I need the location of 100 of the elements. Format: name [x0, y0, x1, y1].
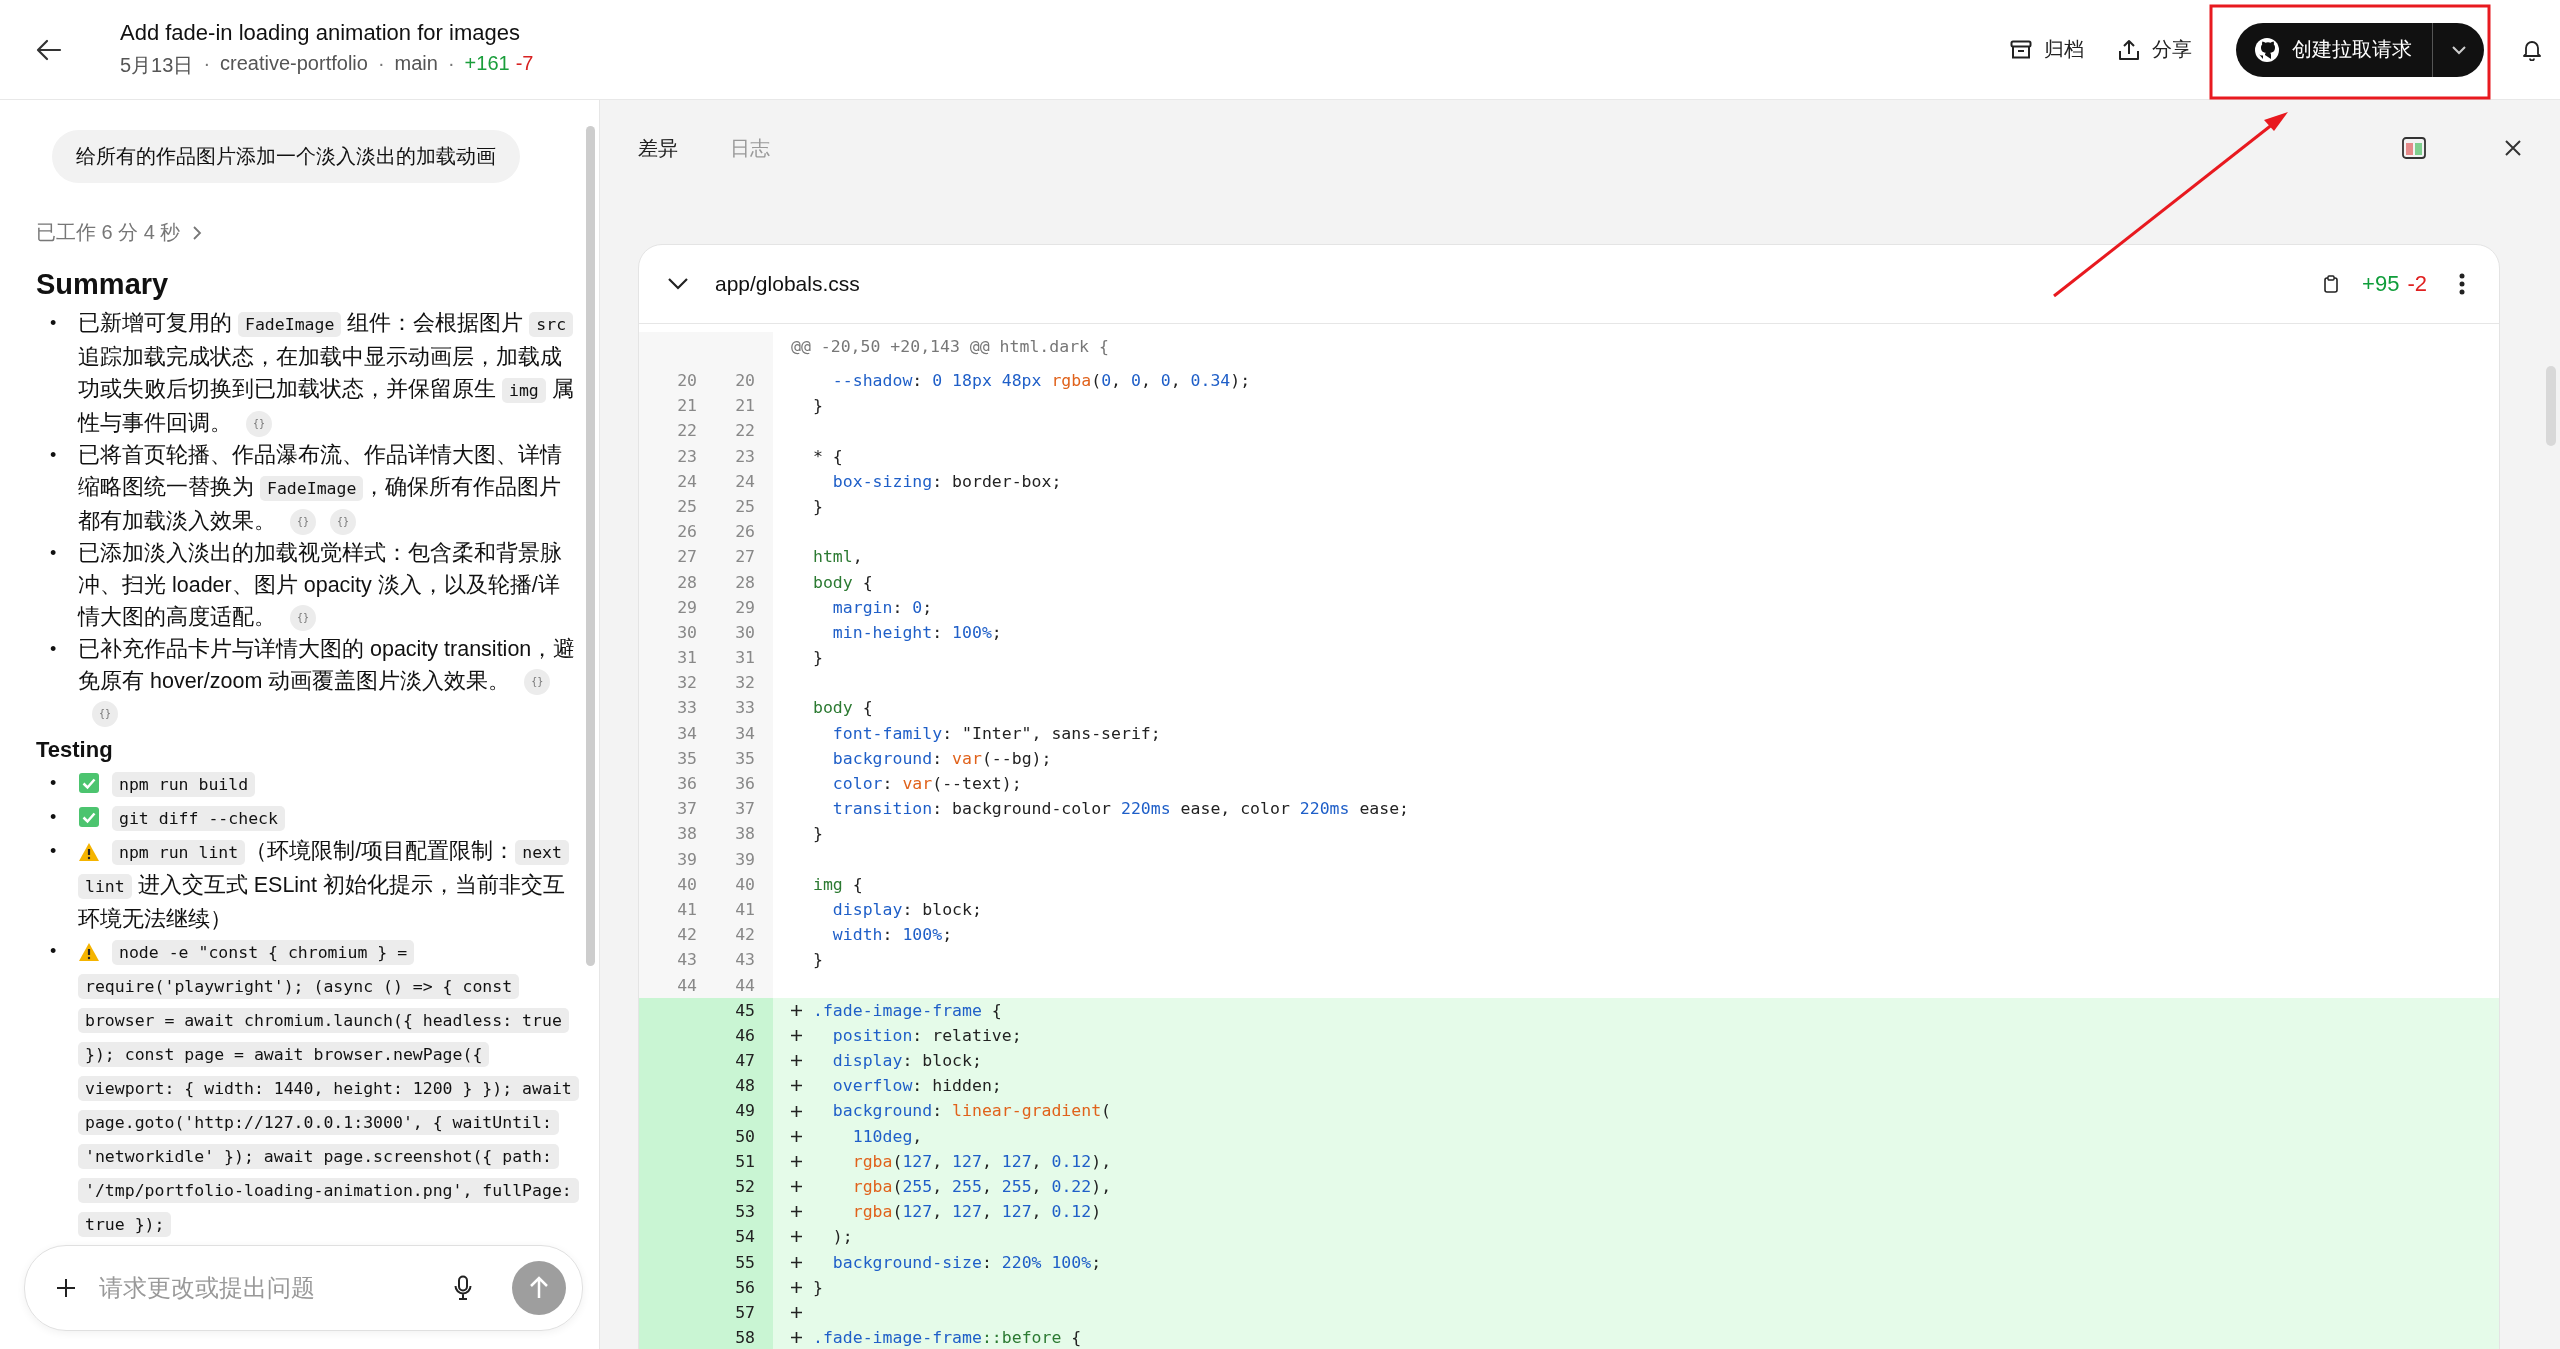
code-token: transition: [831, 798, 933, 821]
line-number: 26: [676, 521, 697, 544]
code-token: :: [892, 596, 904, 619]
line-number: 25: [676, 495, 697, 518]
code-token: (: [892, 1201, 903, 1224]
line-number: 29: [734, 596, 755, 619]
test-result-text: npm run build: [78, 767, 581, 801]
create-pull-request-button[interactable]: 创建拉取请求: [2236, 22, 2432, 77]
line-number: 28: [734, 571, 755, 594]
plus-icon: [791, 1004, 802, 1016]
line-number: 58: [734, 1327, 755, 1349]
code-token: 127: [952, 1150, 982, 1173]
line-number: 48: [734, 1075, 755, 1098]
back-icon[interactable]: [36, 38, 62, 61]
line-number: 33: [734, 697, 755, 720]
code-token: ,: [1031, 1176, 1043, 1198]
code-token: ,: [981, 1176, 993, 1198]
line-number: 44: [676, 974, 697, 997]
line-number: 22: [676, 420, 697, 443]
code-token: }: [813, 647, 823, 670]
code-token: : hidden;: [912, 1075, 1002, 1098]
code-token: :: [912, 370, 924, 392]
caret-icon: [2450, 44, 2467, 55]
code-token: 127: [1001, 1150, 1032, 1173]
code-token: display: [831, 898, 903, 921]
plus-icon[interactable]: [55, 1277, 77, 1299]
line-number: 31: [676, 647, 697, 670]
code-token: width: [831, 924, 883, 947]
bullet: •: [50, 840, 58, 863]
code-token: (: [1091, 370, 1102, 392]
code-token: 127: [902, 1201, 933, 1224]
bullet: •: [50, 772, 58, 795]
line-number: 24: [734, 470, 755, 493]
bell-icon[interactable]: [2522, 38, 2542, 61]
archive-button[interactable]: 归档: [2000, 28, 2094, 71]
code-token: : relative;: [912, 1024, 1022, 1047]
code-token: : "Inter", sans-serif;: [942, 722, 1161, 745]
code-token: .fade-image-frame: [813, 999, 982, 1022]
plus-icon: [791, 1155, 802, 1167]
code-token: 0: [1101, 370, 1112, 392]
code-token: .fade-image-frame: [813, 1327, 982, 1349]
line-number: 28: [676, 571, 697, 594]
code-token: linear-gradient: [952, 1100, 1102, 1123]
scrollbar-thumb[interactable]: [586, 126, 595, 966]
code-token: overflow: [831, 1075, 913, 1098]
scrollbar-thumb[interactable]: [2546, 366, 2556, 446]
code-token: ease, color: [1179, 798, 1291, 821]
additions-count: +95: [2362, 271, 2400, 297]
send-button[interactable]: [512, 1261, 566, 1315]
microphone-icon[interactable]: [454, 1275, 472, 1301]
code-token: {: [990, 999, 1002, 1022]
chevron-right-icon[interactable]: [192, 224, 203, 241]
work-duration[interactable]: 已工作 6 分 4 秒: [36, 219, 181, 246]
summary-text: 已新增可复用的 FadeImage 组件：会根据图片 src 追踪加载完成状态，在加载中显示动画层，加载成功或失败后切换到已加载状态，并保留原生 img 属性与事件回调。 {}: [78, 307, 581, 439]
code-token: margin: [831, 596, 893, 619]
line-number: 53: [734, 1201, 755, 1224]
code-token: :: [882, 773, 894, 795]
plus-icon: [791, 1029, 802, 1041]
meta-text: main: [394, 52, 438, 76]
code-token: 220% 100%: [1001, 1251, 1092, 1274]
code-token: }: [813, 395, 823, 418]
line-number: 23: [734, 445, 755, 468]
code-token: }: [813, 949, 823, 972]
line-number: 36: [676, 773, 697, 795]
code-token: {: [861, 571, 873, 594]
line-number: 21: [734, 395, 755, 418]
chevron-icon[interactable]: [667, 277, 689, 291]
code-token: ): [1091, 1201, 1102, 1224]
line-number: 40: [734, 873, 755, 896]
split-view-icon[interactable]: [2402, 137, 2426, 159]
plus-icon: [791, 1332, 802, 1344]
more-icon[interactable]: [2459, 273, 2465, 295]
summary-text: 已添加淡入淡出的加载视觉样式：包含柔和背景脉冲、扫光 loader、图片 opacity 淡入，以及轮播/详情大图的高度适配。 {}: [78, 537, 581, 633]
clipboard-icon[interactable]: [2324, 275, 2339, 293]
code-token: img: [813, 873, 843, 896]
bullet: •: [50, 806, 58, 829]
code-token: rgba: [851, 1150, 893, 1173]
tab[interactable]: 差异: [628, 128, 688, 168]
line-number: 37: [734, 798, 755, 821]
plus-icon: [791, 1181, 802, 1193]
close-icon[interactable]: [2504, 139, 2522, 157]
code-token: : block;: [902, 898, 982, 921]
code-token: body: [813, 571, 853, 594]
line-number: 35: [734, 747, 755, 770]
line-number: 44: [734, 974, 755, 997]
bullet: •: [50, 940, 58, 963]
message-input[interactable]: 请求更改或提出问题: [97, 1273, 434, 1303]
share-button[interactable]: 分享: [2108, 28, 2202, 71]
code-token: body: [813, 697, 853, 720]
line-number: 40: [676, 873, 697, 896]
code-token: 0 18px 48px: [932, 370, 1043, 392]
line-number: 41: [734, 898, 755, 921]
code-token: background: [831, 747, 933, 770]
plus-icon: [791, 1206, 802, 1218]
deletions-count: -2: [2407, 271, 2427, 297]
dropdown-button[interactable]: [2432, 22, 2484, 77]
line-number: 32: [734, 672, 755, 695]
code-token: ,: [1031, 1201, 1043, 1224]
line-number: 38: [734, 823, 755, 846]
line-number: 23: [676, 445, 697, 468]
